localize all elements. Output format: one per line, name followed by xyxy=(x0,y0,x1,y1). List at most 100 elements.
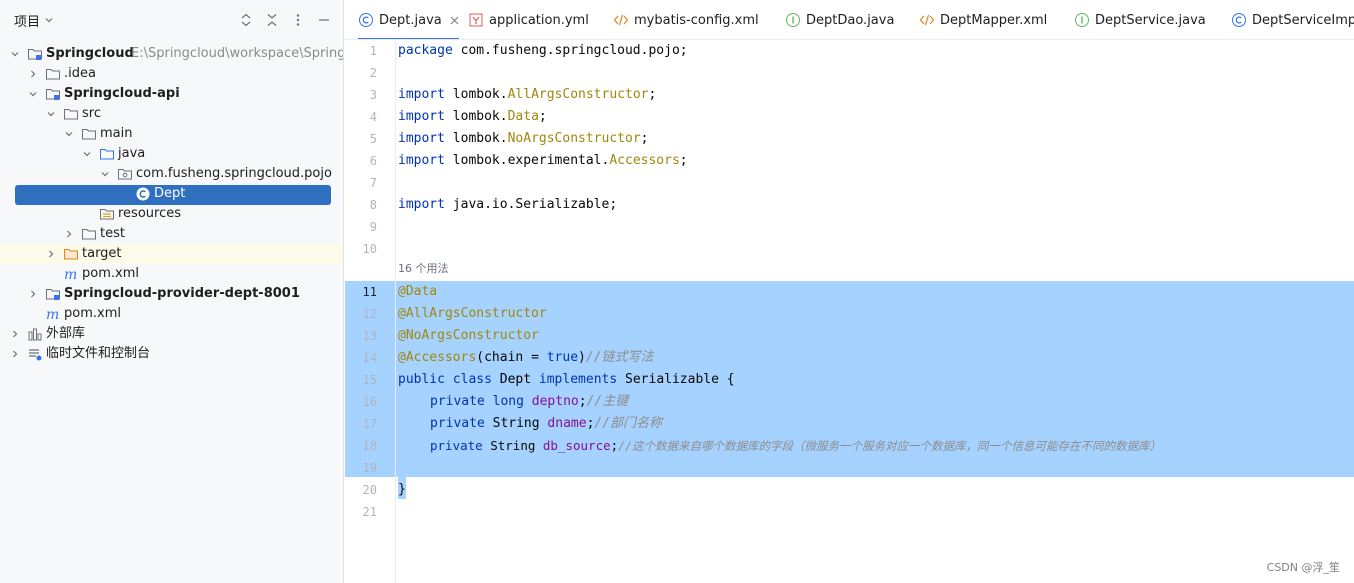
comment: //部门名称 xyxy=(594,416,663,431)
keyword: import xyxy=(398,153,445,168)
tab-dept-java[interactable]: Dept.java xyxy=(358,0,459,39)
tab-deptservice-java[interactable]: DeptService.java xyxy=(1074,0,1206,39)
tree-item-src[interactable]: src xyxy=(0,104,343,124)
line-number: 18 xyxy=(362,439,377,453)
comment: //主键 xyxy=(586,394,629,409)
annotation-ref: AllArgsConstructor xyxy=(507,87,649,102)
annotation-ref: NoArgsConstructor xyxy=(507,131,641,146)
field-name: dname xyxy=(547,416,587,431)
chevron-down-icon[interactable] xyxy=(45,108,57,120)
usage-hint[interactable]: 16 个用法 xyxy=(398,261,449,277)
maven-icon: m xyxy=(63,266,79,282)
code-text: Serializable { xyxy=(617,372,735,387)
tab-deptdao-java[interactable]: DeptDao.java xyxy=(785,0,895,39)
chevron-right-icon[interactable] xyxy=(63,228,75,240)
class-name: Dept xyxy=(491,372,539,387)
code-text: ) xyxy=(578,350,586,365)
tab-application-yml[interactable]: application.yml xyxy=(468,0,589,39)
tree-item-dept[interactable]: Dept xyxy=(0,184,343,205)
code-text: ; xyxy=(648,87,657,102)
class-icon xyxy=(1231,12,1247,28)
line-number: 21 xyxy=(362,505,377,519)
package-icon xyxy=(117,166,133,182)
minimize-icon[interactable] xyxy=(317,12,331,28)
keyword: public xyxy=(398,372,445,387)
line-number: 15 xyxy=(362,373,377,387)
module-folder-icon xyxy=(27,46,43,62)
code-text: com.fusheng.springcloud.pojo; xyxy=(452,43,688,58)
code-text: String xyxy=(484,416,548,431)
watermark: CSDN @浮_笙 xyxy=(1266,561,1340,574)
chevron-right-icon[interactable] xyxy=(9,328,21,340)
project-panel-title[interactable]: 项目 xyxy=(14,11,40,30)
tree-item-package[interactable]: com.fusheng.springcloud.pojo xyxy=(0,164,343,184)
xml-icon xyxy=(613,12,629,28)
chevron-down-icon[interactable] xyxy=(81,148,93,160)
scratches-icon xyxy=(27,346,43,362)
tree-item-springcloud-api[interactable]: Springcloud-api xyxy=(0,84,343,104)
keyword: private xyxy=(430,438,483,453)
code-text: ; xyxy=(538,109,547,124)
code-editor[interactable]: 1 2 3 4 5 6 7 8 9 10 11 12 13 14 15 16 1… xyxy=(345,40,1354,583)
tree-item-main[interactable]: main xyxy=(0,124,343,144)
folder-icon xyxy=(45,66,61,82)
chevron-down-icon[interactable] xyxy=(44,15,54,25)
code-text: } xyxy=(398,482,406,497)
chevron-down-icon[interactable] xyxy=(99,168,111,180)
tree-item-idea[interactable]: .idea xyxy=(0,64,343,84)
close-icon[interactable] xyxy=(450,16,459,25)
tree-item-java[interactable]: java xyxy=(0,144,343,164)
tab-mybatis-config-xml[interactable]: mybatis-config.xml xyxy=(613,0,759,39)
line-number: 4 xyxy=(369,110,377,124)
annotation-ref: Accessors xyxy=(609,153,680,168)
svg-text:m: m xyxy=(64,267,77,282)
annotation: @AllArgsConstructor xyxy=(398,306,547,321)
tree-item-pom-root[interactable]: m pom.xml xyxy=(0,304,343,324)
tree-item-label: 临时文件和控制台 xyxy=(46,346,151,361)
tab-label: DeptService.java xyxy=(1095,12,1206,28)
annotation-ref: Data xyxy=(507,109,539,124)
tab-label: DeptDao.java xyxy=(806,12,895,28)
tab-deptserviceimpl[interactable]: DeptServiceImpl xyxy=(1231,0,1354,39)
tab-deptmapper-xml[interactable]: DeptMapper.xml xyxy=(919,0,1047,39)
tree-item-test[interactable]: test xyxy=(0,224,343,244)
code-line: } xyxy=(398,479,406,501)
keyword: package xyxy=(398,43,453,58)
interface-icon xyxy=(785,12,801,28)
folder-icon xyxy=(63,106,79,122)
chevron-down-icon[interactable] xyxy=(63,128,75,140)
chevron-right-icon[interactable] xyxy=(27,68,39,80)
field-name: db_source xyxy=(542,438,611,453)
code-line: private long deptno;//主键 xyxy=(430,391,628,413)
tree-item-label: Dept xyxy=(154,186,186,201)
line-number: 1 xyxy=(369,44,377,58)
collapse-all-icon[interactable] xyxy=(265,12,279,28)
line-number: 16 xyxy=(362,395,377,409)
tree-item-scratches[interactable]: 临时文件和控制台 xyxy=(0,344,343,364)
tree-item-label: src xyxy=(82,106,101,121)
tree-item-label: pom.xml xyxy=(64,306,121,321)
tree-item-resources[interactable]: resources xyxy=(0,204,343,224)
chevron-down-icon[interactable] xyxy=(9,48,21,60)
source-folder-icon xyxy=(99,146,115,162)
keyword: long xyxy=(484,394,532,409)
expand-collapse-icon[interactable] xyxy=(239,12,253,28)
code-line: private String db_source;//这个数据来自哪个数据库的字… xyxy=(430,435,1161,457)
code-text: ; xyxy=(578,394,587,409)
chevron-right-icon[interactable] xyxy=(45,248,57,260)
tree-item-pom-api[interactable]: m pom.xml xyxy=(0,264,343,284)
code-line: @AllArgsConstructor xyxy=(398,303,547,325)
line-number: 7 xyxy=(369,176,377,190)
tree-item-target[interactable]: target xyxy=(0,244,343,264)
tree-item-springcloud[interactable]: Springcloud E:\Springcloud\workspace\Spr… xyxy=(0,44,343,64)
code-line: @Data xyxy=(398,281,437,303)
chevron-down-icon[interactable] xyxy=(27,88,39,100)
tree-item-external-libraries[interactable]: 外部库 xyxy=(0,324,343,344)
more-options-icon[interactable] xyxy=(291,12,305,28)
chevron-right-icon[interactable] xyxy=(9,348,21,360)
chevron-right-icon[interactable] xyxy=(27,288,39,300)
annotation: @Data xyxy=(398,284,438,299)
tree-item-springcloud-provider[interactable]: Springcloud-provider-dept-8001 xyxy=(0,284,343,304)
interface-icon xyxy=(1074,12,1090,28)
line-number: 2 xyxy=(369,66,377,80)
